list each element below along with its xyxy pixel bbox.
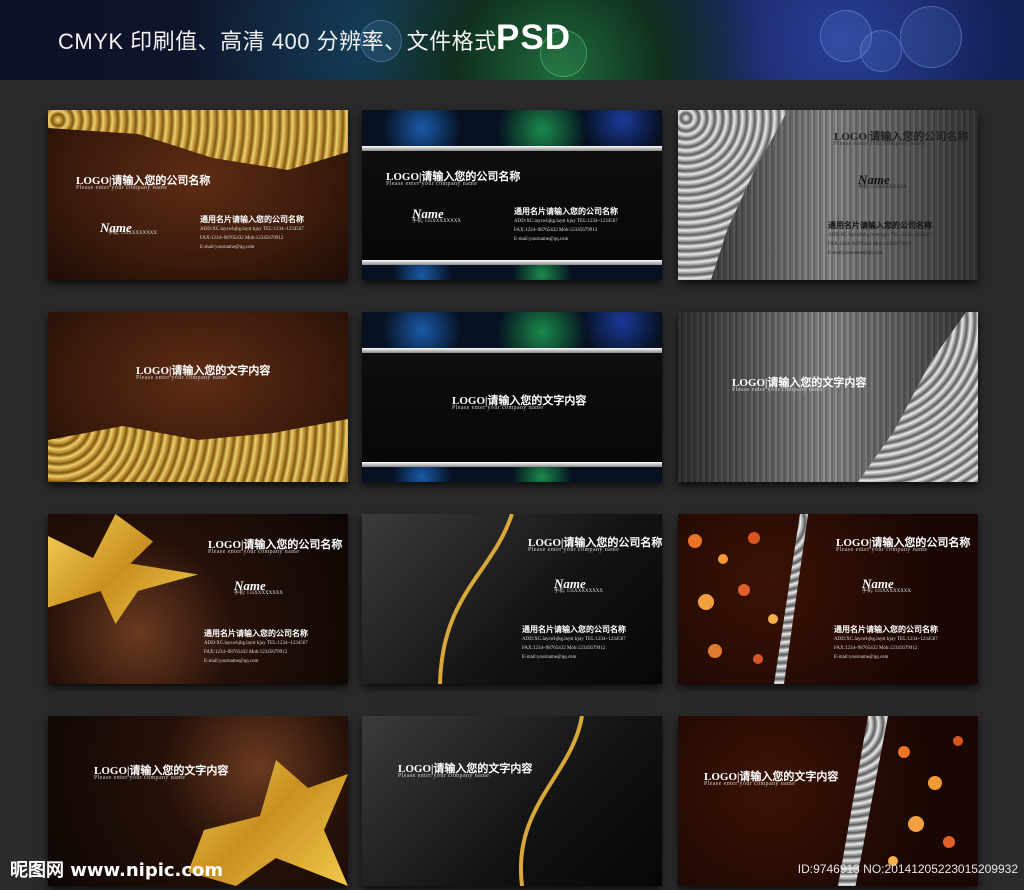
company-sub: Please enter your company name	[136, 375, 228, 381]
light-dot	[738, 584, 750, 596]
image-id-text: ID:9746913 NO:20141205223015209932	[797, 862, 1018, 876]
phone: 手机: 135XXXXXXXX	[412, 219, 462, 224]
card-silver-front[interactable]: LOGO|请输入您的公司名称 Please enter your company…	[678, 110, 978, 280]
phone: 手机: 135XXXXXXXX	[554, 589, 604, 594]
fax: FAX:1234~98765432 Mob:12345679912	[834, 646, 918, 651]
card-bokeh-front[interactable]: LOGO|请输入您的公司名称 Please enter your company…	[362, 110, 662, 280]
company-sub: Please enter your company name	[398, 773, 490, 779]
company-name: 通用名片请输入您的公司名称	[204, 629, 308, 638]
fax: FAX:1234~98765432 Mob:12345679912	[204, 650, 288, 655]
email: E-mail:yourname@qq.com	[522, 655, 577, 660]
fax: FAX:1234~98765432 Mob:12345679912	[522, 646, 606, 651]
company-sub: Please enter your company name	[76, 185, 168, 191]
top-bokeh	[362, 110, 662, 146]
company-sub: Please enter your company name	[836, 547, 928, 553]
company-sub: Please enter your company name	[834, 141, 926, 147]
silver-pattern	[678, 110, 788, 280]
card-goldline-front[interactable]: LOGO|请输入您的公司名称 Please enter your company…	[362, 514, 662, 684]
email: E-mail:yourname@qq.com	[200, 245, 255, 250]
company-sub: Please enter your company name	[704, 781, 796, 787]
company-sub: Please enter your company name	[94, 775, 186, 781]
fax: FAX:1234~98765432 Mob:12345679912	[200, 236, 284, 241]
light-dot	[688, 534, 702, 548]
company-sub: Please enter your company name	[386, 181, 478, 187]
light-dot	[898, 746, 910, 758]
company-name: 通用名片请输入您的公司名称	[834, 625, 938, 634]
silver-band	[362, 146, 662, 151]
bottom-bokeh	[362, 467, 662, 482]
address: ADD:XC.layswhjhg.layst kjuy TEL:1234~123…	[522, 637, 626, 642]
address: ADD:XC.layswhjhg.layst kjuy TEL:1234~123…	[204, 641, 308, 646]
card-goldline-back[interactable]: LOGO|请输入您的文字内容 Please enter your company…	[362, 716, 662, 886]
company-sub: Please enter your company name	[528, 547, 620, 553]
light-dot	[953, 736, 963, 746]
address: ADD:XC.layswhjhg.layst kjuy TEL:1234~123…	[834, 637, 938, 642]
gold-curve	[502, 716, 592, 886]
light-dot	[708, 644, 722, 658]
card-gold-back[interactable]: LOGO|请输入您的文字内容 Please enter your company…	[48, 312, 348, 482]
card-ribbon-front[interactable]: LOGO|请输入您的公司名称 Please enter your company…	[48, 514, 348, 684]
silver-strip	[774, 514, 808, 684]
light-dot	[748, 532, 760, 544]
banner-format: PSD	[496, 18, 571, 57]
address: ADD:XC.layswhjhg.layst kjuy TEL:1234~123…	[200, 227, 304, 232]
card-bokeh-back[interactable]: LOGO|请输入您的文字内容 Please enter your company…	[362, 312, 662, 482]
email: E-mail:yourname@qq.com	[828, 251, 883, 256]
ribbon-bow	[48, 514, 198, 624]
silver-strip	[838, 716, 888, 886]
bottom-bokeh	[362, 265, 662, 280]
gold-pattern	[48, 110, 348, 170]
bokeh-circle	[860, 30, 902, 72]
card-gold-front[interactable]: LOGO|请输入您的公司名称 Please enter your company…	[48, 110, 348, 280]
company-sub: Please enter your company name	[452, 405, 544, 411]
light-dot	[768, 614, 778, 624]
header-banner: CMYK 印刷值、高清 400 分辨率、文件格式: PSD	[0, 0, 1024, 80]
gold-pattern	[48, 419, 348, 482]
phone: 手机: 135XXXXXXXX	[862, 589, 912, 594]
email: E-mail:yourname@qq.com	[514, 237, 569, 242]
silver-pattern	[858, 312, 978, 482]
gold-curve-svg	[438, 514, 514, 684]
top-bokeh	[362, 312, 662, 348]
company-name: 通用名片请输入您的公司名称	[514, 207, 618, 216]
light-dot	[698, 594, 714, 610]
silver-band	[362, 348, 662, 353]
company-sub: Please enter your company name	[732, 387, 824, 393]
company-name: 通用名片请输入您的公司名称	[828, 221, 932, 230]
site-watermark: 昵图网 www.nipic.com	[10, 860, 224, 881]
phone: 手机: 135XXXXXXXX	[108, 231, 158, 236]
bokeh-circle	[900, 6, 962, 68]
light-dot	[753, 654, 763, 664]
banner-title: CMYK 印刷值、高清 400 分辨率、文件格式:	[58, 29, 504, 54]
fax: FAX:1234~98765432 Mob:12345679912	[514, 228, 598, 233]
gold-curve	[432, 514, 522, 684]
fax: FAX:1234~98765432 Mob:12345679912	[828, 242, 912, 247]
address: ADD:XC.layswhjhg.layst kjuy TEL:1234~123…	[828, 233, 932, 238]
light-dot	[928, 776, 942, 790]
light-dot	[908, 816, 924, 832]
address: ADD:XC.layswhjhg.layst kjuy TEL:1234~123…	[514, 219, 618, 224]
company-name: 通用名片请输入您的公司名称	[522, 625, 626, 634]
company-sub: Please enter your company name	[208, 549, 300, 555]
email: E-mail:yourname@qq.com	[834, 655, 889, 660]
email: E-mail:yourname@qq.com	[204, 659, 259, 664]
card-lights-back[interactable]: LOGO|请输入您的文字内容 Please enter your company…	[678, 716, 978, 886]
card-lights-front[interactable]: LOGO|请输入您的公司名称 Please enter your company…	[678, 514, 978, 684]
light-dot	[718, 554, 728, 564]
light-dot	[943, 836, 955, 848]
phone: 手机: 135XXXXXXXX	[858, 185, 908, 190]
card-silver-back[interactable]: LOGO|请输入您的文字内容 Please enter your company…	[678, 312, 978, 482]
gold-curve-svg	[518, 716, 584, 886]
company-name: 通用名片请输入您的公司名称	[200, 215, 304, 224]
phone: 手机: 135XXXXXXXX	[234, 591, 284, 596]
